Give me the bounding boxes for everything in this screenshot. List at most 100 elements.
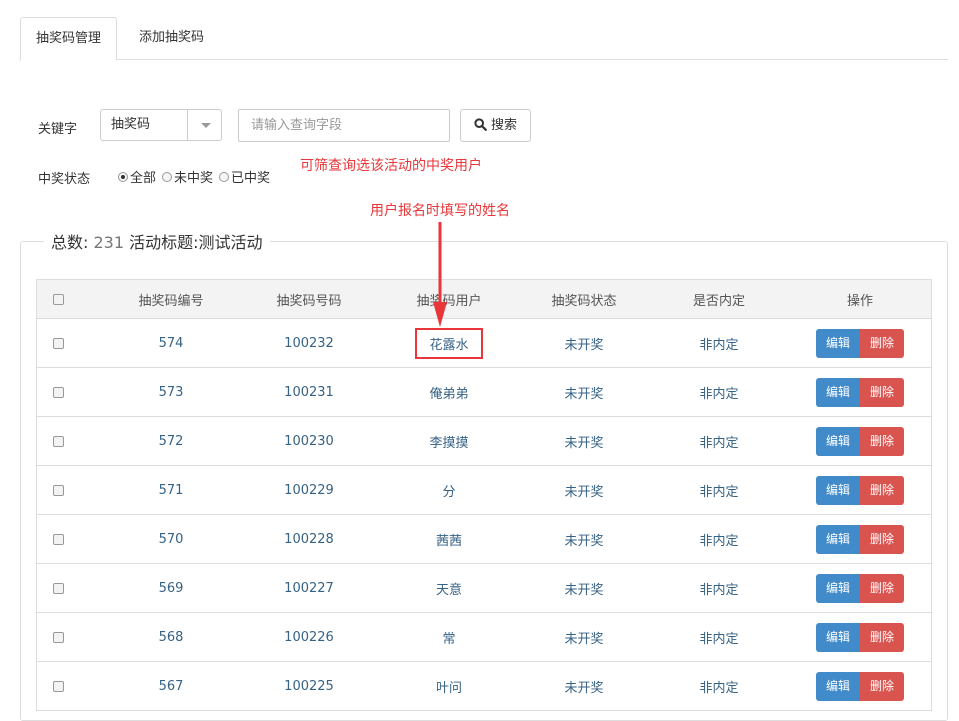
cell-code-user: 茜茜 [435, 533, 462, 549]
row-checkbox[interactable] [52, 435, 64, 447]
row-select-cell [47, 319, 69, 367]
row-checkbox[interactable] [52, 484, 64, 496]
keyword-label: 关键字 [38, 122, 78, 137]
cell-code-id: 570 [158, 531, 184, 547]
cell-code-id: 573 [158, 384, 184, 400]
cell-code-status: 未开奖 [564, 484, 604, 500]
total-label: 总数: [51, 233, 89, 252]
radio-all-indicator[interactable] [118, 171, 128, 182]
annotation-arrow-icon [433, 222, 447, 327]
keyword-type-value: 抽奖码 [111, 117, 151, 132]
results-summary: 总数: 231 活动标题:测试活动 [44, 229, 270, 253]
row-checkbox[interactable] [52, 680, 64, 692]
edit-button[interactable]: 编辑 [815, 524, 860, 554]
search-input[interactable] [238, 109, 450, 142]
cell-code-user: 叶问 [435, 680, 462, 696]
radio-all-label: 全部 [130, 171, 157, 186]
cell-code-number: 100226 [284, 629, 334, 645]
header-code-number: 抽奖码号码 [276, 293, 342, 309]
edit-button[interactable]: 编辑 [815, 475, 860, 505]
radio-won-indicator[interactable] [219, 171, 230, 182]
cell-code-user: 李摸摸 [429, 435, 469, 451]
header-is-fixed: 是否内定 [692, 293, 745, 309]
radio-not-won[interactable]: 未中奖 [162, 167, 213, 186]
select-all-checkbox[interactable] [52, 293, 64, 305]
search-button[interactable]: 搜索 [460, 109, 531, 142]
cell-code-number: 100225 [284, 678, 334, 694]
tab-bar: 抽奖码管理 添加抽奖码 [20, 17, 948, 61]
cell-code-id: 574 [158, 335, 184, 351]
table-header-row: 抽奖码编号 抽奖码号码 抽奖码用户 抽奖码状态 是否内定 操作 [37, 280, 931, 319]
search-button-label: 搜索 [490, 118, 517, 133]
cell-code-status: 未开奖 [564, 435, 604, 451]
row-checkbox[interactable] [52, 386, 64, 398]
row-checkbox[interactable] [52, 582, 64, 594]
activity-title: 测试活动 [198, 233, 263, 252]
row-select-cell [47, 613, 69, 661]
table-row: 572 100230 李摸摸 未开奖 非内定 编辑 删除 [37, 417, 931, 466]
cell-code-status: 未开奖 [564, 680, 604, 696]
row-select-cell [47, 662, 69, 710]
cell-code-number: 100230 [284, 433, 334, 449]
delete-button[interactable]: 删除 [860, 671, 905, 701]
cell-is-fixed: 非内定 [699, 435, 739, 451]
lottery-code-table: 抽奖码编号 抽奖码号码 抽奖码用户 抽奖码状态 是否内定 操作 574 10023… [36, 279, 932, 711]
cell-is-fixed: 非内定 [699, 680, 739, 696]
delete-button[interactable]: 删除 [860, 377, 905, 407]
filter-annotation: 可筛查询选该活动的中奖用户 [300, 158, 482, 174]
cell-code-number: 100232 [284, 335, 334, 351]
edit-button[interactable]: 编辑 [815, 622, 860, 652]
radio-all[interactable]: 全部 [118, 167, 156, 186]
delete-button[interactable]: 删除 [860, 328, 905, 358]
row-select-cell [47, 515, 69, 563]
row-select-cell [47, 417, 69, 465]
chevron-down-icon[interactable] [201, 123, 211, 128]
cell-actions: 编辑 删除 [796, 368, 924, 416]
cell-is-fixed: 非内定 [699, 582, 739, 598]
cell-code-status: 未开奖 [564, 337, 604, 353]
cell-actions: 编辑 删除 [796, 515, 924, 563]
user-highlight-box [415, 328, 483, 359]
row-checkbox[interactable] [52, 533, 64, 545]
keyword-type-select[interactable]: 抽奖码 [100, 109, 222, 141]
edit-button[interactable]: 编辑 [815, 573, 860, 603]
table-body: 574 100232 花露水 未开奖 非内定 编辑 删除 573 100231 俺弟弟 未开奖 非内定… [37, 319, 931, 711]
tab-add-lottery-code[interactable]: 添加抽奖码 [124, 17, 219, 58]
radio-won[interactable]: 已中奖 [219, 167, 270, 186]
row-checkbox[interactable] [52, 631, 64, 643]
radio-not-won-indicator[interactable] [162, 171, 173, 182]
radio-won-label: 已中奖 [231, 171, 271, 186]
name-annotation: 用户报名时填写的姓名 [370, 203, 510, 219]
cell-code-status: 未开奖 [564, 582, 604, 598]
row-select-cell [47, 368, 69, 416]
cell-code-number: 100229 [284, 482, 334, 498]
cell-code-user: 分 [442, 484, 456, 500]
cell-is-fixed: 非内定 [699, 337, 739, 353]
edit-button[interactable]: 编辑 [815, 671, 860, 701]
table-row: 570 100228 茜茜 未开奖 非内定 编辑 删除 [37, 515, 931, 564]
cell-code-number: 100231 [284, 384, 334, 400]
edit-button[interactable]: 编辑 [815, 328, 860, 358]
cell-code-id: 567 [158, 678, 184, 694]
delete-button[interactable]: 删除 [860, 475, 905, 505]
delete-button[interactable]: 删除 [860, 622, 905, 652]
row-select-cell [47, 564, 69, 612]
cell-is-fixed: 非内定 [699, 533, 739, 549]
edit-button[interactable]: 编辑 [815, 426, 860, 456]
row-checkbox[interactable] [52, 337, 64, 349]
delete-button[interactable]: 删除 [860, 524, 905, 554]
header-code-status: 抽奖码状态 [551, 293, 617, 309]
table-row: 571 100229 分 未开奖 非内定 编辑 删除 [37, 466, 931, 515]
delete-button[interactable]: 删除 [860, 426, 905, 456]
delete-button[interactable]: 删除 [860, 573, 905, 603]
radio-not-won-label: 未中奖 [174, 171, 214, 186]
cell-actions: 编辑 删除 [796, 662, 924, 710]
edit-button[interactable]: 编辑 [815, 377, 860, 407]
select-divider [187, 110, 188, 140]
cell-is-fixed: 非内定 [699, 386, 739, 402]
cell-actions: 编辑 删除 [796, 466, 924, 514]
cell-code-status: 未开奖 [564, 386, 604, 402]
search-icon [474, 118, 487, 131]
tab-lottery-code-management[interactable]: 抽奖码管理 [20, 17, 118, 61]
cell-actions: 编辑 删除 [796, 417, 924, 465]
